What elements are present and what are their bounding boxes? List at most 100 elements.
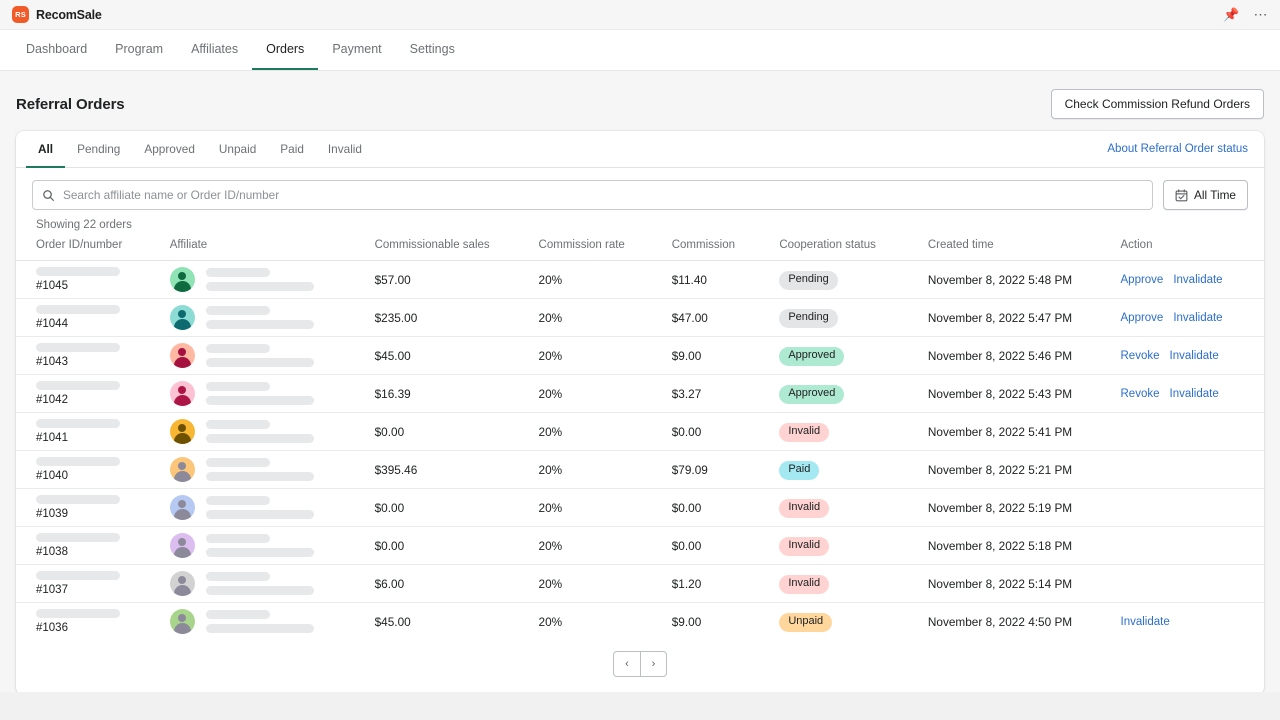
cell-commissionable-sales: $57.00 [374, 260, 539, 299]
cell-cooperation-status: Invalid [779, 412, 928, 451]
search-input[interactable] [63, 188, 1144, 202]
cell-cooperation-status: Invalid [779, 564, 928, 603]
check-commission-refund-orders-button[interactable]: Check Commission Refund Orders [1050, 89, 1264, 119]
cell-cooperation-status: Invalid [779, 526, 928, 565]
table-row: #1040 $395.46 20% $79.09 Paid November 8… [16, 450, 1264, 489]
nav-item-payment[interactable]: Payment [318, 30, 395, 70]
order-id-value: #1045 [36, 280, 68, 292]
cell-action: Invalidate [1121, 603, 1265, 641]
action-revoke-link[interactable]: Revoke [1121, 350, 1160, 362]
tab-invalid[interactable]: Invalid [316, 131, 374, 168]
table-body: #1045 $57.00 20% $11.40 Pending November… [16, 260, 1265, 641]
status-badge: Invalid [779, 575, 830, 594]
main-navigation: Dashboard Program Affiliates Orders Paym… [0, 30, 1280, 71]
filter-bar: All Time [16, 168, 1264, 210]
cell-commissionable-sales: $16.39 [374, 374, 539, 413]
action-invalidate-link[interactable]: Invalidate [1170, 388, 1219, 400]
tab-approved[interactable]: Approved [132, 131, 207, 168]
cell-cooperation-status: Approved [779, 374, 928, 413]
logo-text: RecomSale [36, 7, 102, 22]
more-options-icon[interactable]: ⋯ [1254, 7, 1269, 22]
action-invalidate-link[interactable]: Invalidate [1170, 350, 1219, 362]
skeleton-bar [205, 420, 270, 429]
page-title: Referral Orders [16, 95, 125, 113]
cell-order-id: #1037 [16, 564, 170, 603]
status-badge: Invalid [779, 499, 830, 518]
pin-icon[interactable]: 📌 [1223, 8, 1239, 21]
cell-commission: $0.00 [671, 412, 780, 451]
pagination: ‹ › [16, 641, 1264, 689]
cell-order-id: #1045 [16, 260, 170, 299]
search-icon [42, 189, 55, 202]
action-invalidate-link[interactable]: Invalidate [1121, 616, 1170, 628]
table-row: #1044 $235.00 20% $47.00 Pending Novembe… [16, 298, 1264, 337]
tab-unpaid[interactable]: Unpaid [207, 131, 268, 168]
pagination-group: ‹ › [613, 650, 667, 677]
status-badge: Paid [779, 461, 820, 480]
cell-cooperation-status: Invalid [779, 488, 928, 527]
skeleton-bar [205, 572, 270, 581]
app-logo[interactable]: RS RecomSale [12, 6, 102, 23]
cell-action: Revoke Invalidate [1120, 374, 1264, 413]
skeleton-bar [205, 382, 270, 391]
avatar [169, 267, 195, 292]
cell-commission-rate: 20% [538, 488, 672, 527]
cell-affiliate [169, 336, 375, 375]
action-approve-link[interactable]: Approve [1121, 274, 1164, 286]
tab-paid[interactable]: Paid [268, 131, 316, 168]
previous-page-button[interactable]: ‹ [613, 650, 640, 677]
skeleton-bar [205, 510, 314, 519]
cell-cooperation-status: Pending [779, 298, 928, 337]
cell-affiliate [169, 603, 375, 641]
nav-item-program[interactable]: Program [101, 30, 177, 70]
skeleton-bar [205, 306, 270, 315]
cell-commissionable-sales: $45.00 [374, 336, 539, 375]
status-badge: Approved [779, 385, 845, 404]
skeleton-bar [205, 396, 314, 405]
order-id-value: #1039 [36, 508, 68, 520]
table-row: #1037 $6.00 20% $1.20 Invalid November 8… [16, 564, 1264, 603]
cell-created-time: November 8, 2022 5:46 PM [927, 336, 1121, 375]
cell-action: Revoke Invalidate [1120, 336, 1264, 375]
skeleton-bar [36, 343, 120, 352]
table-header: Order ID/number Affiliate Commissionable… [16, 235, 1264, 261]
tab-all[interactable]: All [26, 131, 66, 168]
cell-created-time: November 8, 2022 5:47 PM [927, 298, 1121, 337]
order-id-value: #1042 [36, 394, 68, 406]
column-created-time: Created time [927, 235, 1121, 261]
search-box[interactable] [32, 180, 1154, 210]
skeleton-bar [205, 268, 270, 277]
status-tabs: All Pending Approved Unpaid Paid Invalid… [16, 131, 1264, 168]
table-header-row: Order ID/number Affiliate Commissionable… [16, 235, 1264, 261]
date-range-filter-button[interactable]: All Time [1163, 180, 1248, 210]
skeleton-bar [205, 320, 314, 329]
action-approve-link[interactable]: Approve [1121, 312, 1164, 324]
action-revoke-link[interactable]: Revoke [1121, 388, 1160, 400]
cell-affiliate [169, 374, 375, 413]
action-invalidate-link[interactable]: Invalidate [1173, 274, 1222, 286]
tab-pending[interactable]: Pending [65, 131, 132, 168]
skeleton-bar [36, 457, 120, 466]
column-action: Action [1120, 235, 1264, 261]
status-badge: Unpaid [779, 613, 833, 633]
table-row: #1038 $0.00 20% $0.00 Invalid November 8… [16, 526, 1264, 565]
nav-item-settings[interactable]: Settings [396, 30, 469, 70]
about-referral-order-status-link[interactable]: About Referral Order status [1107, 131, 1254, 167]
avatar [169, 609, 195, 635]
nav-item-affiliates[interactable]: Affiliates [177, 30, 252, 70]
action-invalidate-link[interactable]: Invalidate [1173, 312, 1222, 324]
skeleton-bar [36, 495, 120, 504]
bottom-strip [0, 692, 1280, 720]
nav-item-dashboard[interactable]: Dashboard [12, 30, 101, 70]
skeleton-bar [36, 533, 120, 542]
next-page-button[interactable]: › [640, 650, 667, 677]
nav-item-orders[interactable]: Orders [252, 30, 319, 70]
cell-commission-rate: 20% [538, 450, 672, 489]
skeleton-bar [205, 458, 270, 467]
avatar [169, 343, 195, 368]
avatar [169, 495, 195, 520]
skeleton-bar [36, 305, 120, 314]
avatar [169, 533, 195, 558]
status-badge: Invalid [779, 423, 830, 442]
cell-affiliate [169, 450, 375, 489]
